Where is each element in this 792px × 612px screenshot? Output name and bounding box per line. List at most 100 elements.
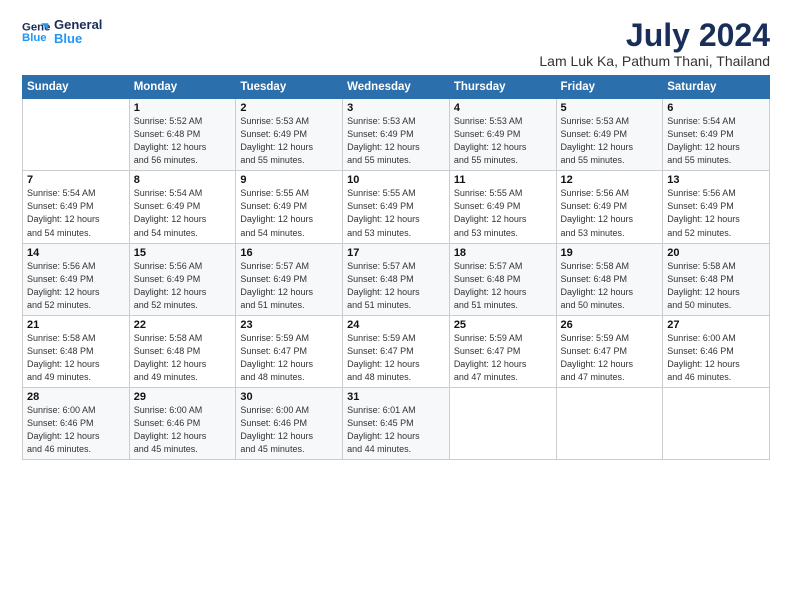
calendar-cell: 9Sunrise: 5:55 AM Sunset: 6:49 PM Daylig… (236, 171, 343, 243)
calendar-cell (23, 99, 130, 171)
day-info: Sunrise: 5:54 AM Sunset: 6:49 PM Dayligh… (667, 115, 765, 167)
weekday-header-monday: Monday (129, 76, 236, 99)
calendar-cell: 2Sunrise: 5:53 AM Sunset: 6:49 PM Daylig… (236, 99, 343, 171)
logo-line1: General (54, 18, 102, 32)
day-info: Sunrise: 6:00 AM Sunset: 6:46 PM Dayligh… (134, 404, 232, 456)
weekday-header-saturday: Saturday (663, 76, 770, 99)
calendar-cell: 25Sunrise: 5:59 AM Sunset: 6:47 PM Dayli… (449, 315, 556, 387)
day-info: Sunrise: 5:55 AM Sunset: 6:49 PM Dayligh… (454, 187, 552, 239)
weekday-header-friday: Friday (556, 76, 663, 99)
header: General Blue General Blue July 2024 Lam … (22, 18, 770, 69)
day-info: Sunrise: 5:59 AM Sunset: 6:47 PM Dayligh… (347, 332, 445, 384)
calendar-cell: 26Sunrise: 5:59 AM Sunset: 6:47 PM Dayli… (556, 315, 663, 387)
day-number: 9 (240, 174, 338, 186)
calendar-cell: 3Sunrise: 5:53 AM Sunset: 6:49 PM Daylig… (343, 99, 450, 171)
calendar-cell (663, 387, 770, 459)
day-info: Sunrise: 5:58 AM Sunset: 6:48 PM Dayligh… (27, 332, 125, 384)
day-info: Sunrise: 5:57 AM Sunset: 6:49 PM Dayligh… (240, 260, 338, 312)
main-title: July 2024 (539, 18, 770, 53)
calendar-page: General Blue General Blue July 2024 Lam … (0, 0, 792, 612)
day-number: 24 (347, 319, 445, 331)
day-number: 27 (667, 319, 765, 331)
day-info: Sunrise: 5:56 AM Sunset: 6:49 PM Dayligh… (667, 187, 765, 239)
calendar-cell: 11Sunrise: 5:55 AM Sunset: 6:49 PM Dayli… (449, 171, 556, 243)
calendar-cell: 14Sunrise: 5:56 AM Sunset: 6:49 PM Dayli… (23, 243, 130, 315)
calendar-cell: 23Sunrise: 5:59 AM Sunset: 6:47 PM Dayli… (236, 315, 343, 387)
calendar-cell: 12Sunrise: 5:56 AM Sunset: 6:49 PM Dayli… (556, 171, 663, 243)
day-info: Sunrise: 6:00 AM Sunset: 6:46 PM Dayligh… (240, 404, 338, 456)
day-info: Sunrise: 5:59 AM Sunset: 6:47 PM Dayligh… (240, 332, 338, 384)
calendar-cell: 7Sunrise: 5:54 AM Sunset: 6:49 PM Daylig… (23, 171, 130, 243)
calendar-week-2: 7Sunrise: 5:54 AM Sunset: 6:49 PM Daylig… (23, 171, 770, 243)
day-info: Sunrise: 5:58 AM Sunset: 6:48 PM Dayligh… (667, 260, 765, 312)
day-info: Sunrise: 5:55 AM Sunset: 6:49 PM Dayligh… (347, 187, 445, 239)
calendar-cell: 18Sunrise: 5:57 AM Sunset: 6:48 PM Dayli… (449, 243, 556, 315)
day-number: 21 (27, 319, 125, 331)
calendar-cell: 1Sunrise: 5:52 AM Sunset: 6:48 PM Daylig… (129, 99, 236, 171)
title-block: July 2024 Lam Luk Ka, Pathum Thani, Thai… (539, 18, 770, 69)
day-number: 1 (134, 102, 232, 114)
logo: General Blue General Blue (22, 18, 102, 47)
calendar-cell: 27Sunrise: 6:00 AM Sunset: 6:46 PM Dayli… (663, 315, 770, 387)
logo-line2: Blue (54, 32, 102, 46)
day-number: 11 (454, 174, 552, 186)
calendar-cell: 31Sunrise: 6:01 AM Sunset: 6:45 PM Dayli… (343, 387, 450, 459)
calendar-cell: 28Sunrise: 6:00 AM Sunset: 6:46 PM Dayli… (23, 387, 130, 459)
day-number: 25 (454, 319, 552, 331)
weekday-header-tuesday: Tuesday (236, 76, 343, 99)
day-number: 28 (27, 391, 125, 403)
calendar-header: SundayMondayTuesdayWednesdayThursdayFrid… (23, 76, 770, 99)
calendar-table: SundayMondayTuesdayWednesdayThursdayFrid… (22, 75, 770, 460)
day-info: Sunrise: 6:01 AM Sunset: 6:45 PM Dayligh… (347, 404, 445, 456)
day-info: Sunrise: 6:00 AM Sunset: 6:46 PM Dayligh… (667, 332, 765, 384)
weekday-header-thursday: Thursday (449, 76, 556, 99)
calendar-week-5: 28 Sunrise: 6:00 AM Sunset: 6:46 PM Dayli… (23, 387, 770, 459)
day-number: 16 (240, 247, 338, 259)
day-info: Sunrise: 5:59 AM Sunset: 6:47 PM Dayligh… (561, 332, 659, 384)
calendar-cell: 21Sunrise: 5:58 AM Sunset: 6:48 PM Dayli… (23, 315, 130, 387)
calendar-cell: 19Sunrise: 5:58 AM Sunset: 6:48 PM Dayli… (556, 243, 663, 315)
logo-text: General Blue (54, 18, 102, 47)
calendar-cell: 29Sunrise: 6:00 AM Sunset: 6:46 PM Dayli… (129, 387, 236, 459)
day-number: 4 (454, 102, 552, 114)
day-number: 26 (561, 319, 659, 331)
calendar-body: 1Sunrise: 5:52 AM Sunset: 6:48 PM Daylig… (23, 99, 770, 460)
day-number: 8 (134, 174, 232, 186)
calendar-cell: 6Sunrise: 5:54 AM Sunset: 6:49 PM Daylig… (663, 99, 770, 171)
svg-text:Blue: Blue (22, 32, 47, 44)
calendar-cell: 10Sunrise: 5:55 AM Sunset: 6:49 PM Dayli… (343, 171, 450, 243)
calendar-week-4: 21Sunrise: 5:58 AM Sunset: 6:48 PM Dayli… (23, 315, 770, 387)
day-number: 30 (240, 391, 338, 403)
day-number: 17 (347, 247, 445, 259)
calendar-cell: 22Sunrise: 5:58 AM Sunset: 6:48 PM Dayli… (129, 315, 236, 387)
calendar-week-1: 1Sunrise: 5:52 AM Sunset: 6:48 PM Daylig… (23, 99, 770, 171)
day-number: 7 (27, 174, 125, 186)
day-number: 6 (667, 102, 765, 114)
day-number: 15 (134, 247, 232, 259)
calendar-cell: 20Sunrise: 5:58 AM Sunset: 6:48 PM Dayli… (663, 243, 770, 315)
logo-icon: General Blue (22, 18, 50, 46)
day-info: Sunrise: 5:57 AM Sunset: 6:48 PM Dayligh… (347, 260, 445, 312)
day-info: Sunrise: 5:56 AM Sunset: 6:49 PM Dayligh… (27, 260, 125, 312)
day-info: Sunrise: 5:55 AM Sunset: 6:49 PM Dayligh… (240, 187, 338, 239)
calendar-cell (556, 387, 663, 459)
calendar-cell: 15Sunrise: 5:56 AM Sunset: 6:49 PM Dayli… (129, 243, 236, 315)
day-info: Sunrise: 5:52 AM Sunset: 6:48 PM Dayligh… (134, 115, 232, 167)
weekday-header-sunday: Sunday (23, 76, 130, 99)
weekday-header-wednesday: Wednesday (343, 76, 450, 99)
day-info: Sunrise: 5:56 AM Sunset: 6:49 PM Dayligh… (561, 187, 659, 239)
calendar-cell: 16Sunrise: 5:57 AM Sunset: 6:49 PM Dayli… (236, 243, 343, 315)
day-number: 18 (454, 247, 552, 259)
day-info: Sunrise: 5:53 AM Sunset: 6:49 PM Dayligh… (240, 115, 338, 167)
calendar-week-3: 14Sunrise: 5:56 AM Sunset: 6:49 PM Dayli… (23, 243, 770, 315)
day-number: 20 (667, 247, 765, 259)
day-number: 12 (561, 174, 659, 186)
day-info: Sunrise: 5:54 AM Sunset: 6:49 PM Dayligh… (27, 187, 125, 239)
day-number: 29 (134, 391, 232, 403)
weekday-header-row: SundayMondayTuesdayWednesdayThursdayFrid… (23, 76, 770, 99)
subtitle: Lam Luk Ka, Pathum Thani, Thailand (539, 53, 770, 69)
day-info: Sunrise: 5:54 AM Sunset: 6:49 PM Dayligh… (134, 187, 232, 239)
day-info: Sunrise: 5:57 AM Sunset: 6:48 PM Dayligh… (454, 260, 552, 312)
calendar-cell: 8Sunrise: 5:54 AM Sunset: 6:49 PM Daylig… (129, 171, 236, 243)
day-info: Sunrise: 5:53 AM Sunset: 6:49 PM Dayligh… (454, 115, 552, 167)
